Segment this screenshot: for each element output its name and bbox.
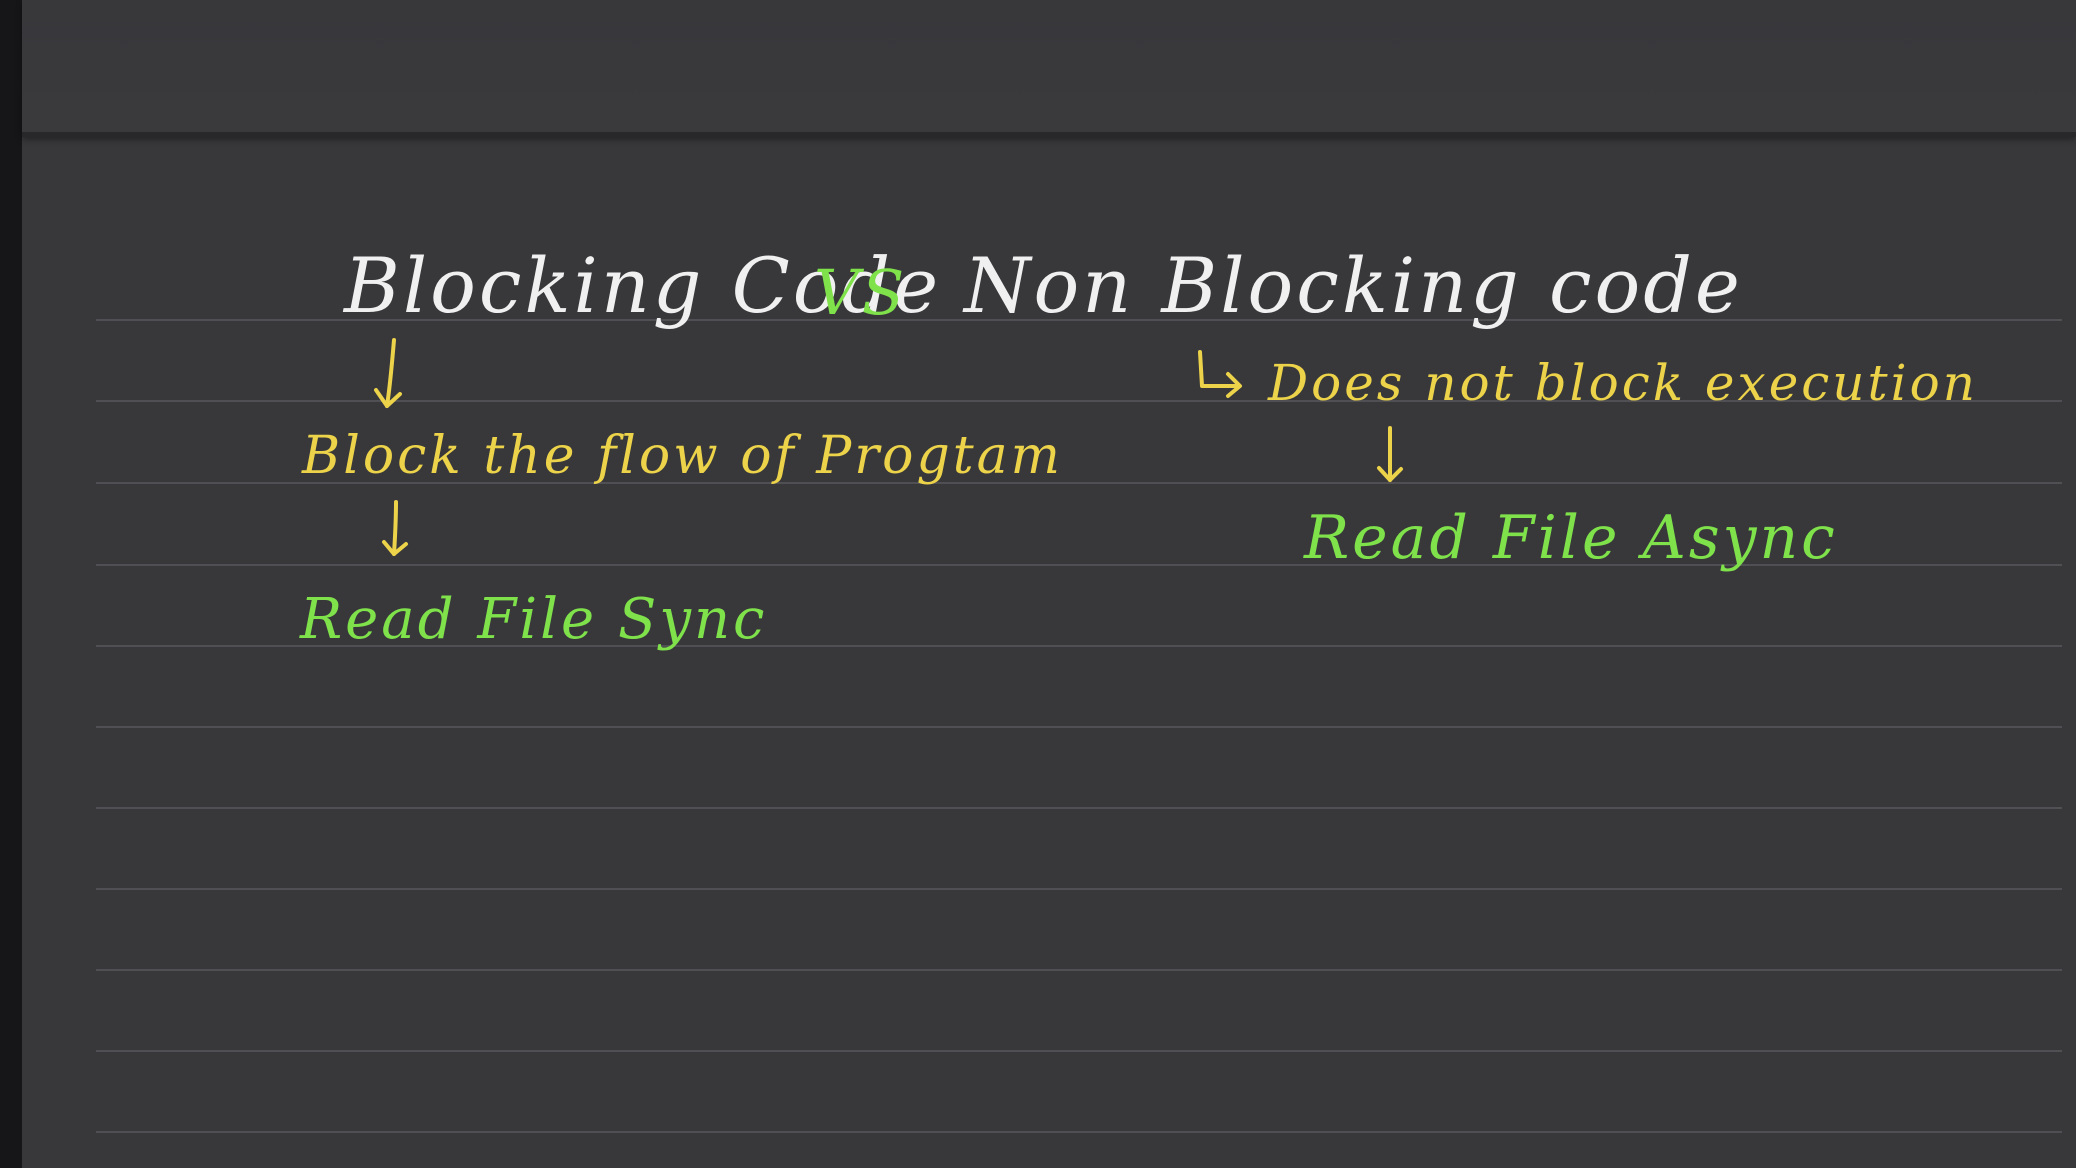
down-arrow-icon <box>374 338 402 408</box>
non-blocking-description: Does not block execution <box>1268 354 1978 412</box>
ruled-line <box>96 807 2062 809</box>
down-arrow-icon <box>382 500 408 556</box>
blocking-example: Read File Sync <box>300 587 768 652</box>
ruled-line <box>96 1131 2062 1133</box>
title-non-blocking-code: Non Blocking code <box>964 241 1743 330</box>
blocking-description: Block the flow of Progtam <box>302 426 1063 486</box>
whiteboard-canvas[interactable]: Blocking Code VS Non Blocking code Block… <box>22 0 2076 1168</box>
ruled-line <box>96 888 2062 890</box>
ruled-line <box>96 726 2062 728</box>
non-blocking-example: Read File Async <box>1304 503 1838 573</box>
title-vs: VS <box>814 256 908 329</box>
top-bar <box>22 0 2076 137</box>
ruled-line <box>96 969 2062 971</box>
bent-arrow-icon <box>1198 350 1242 398</box>
down-arrow-icon <box>1377 426 1403 482</box>
screen: Blocking Code VS Non Blocking code Block… <box>0 0 2076 1168</box>
ruled-line <box>96 1050 2062 1052</box>
